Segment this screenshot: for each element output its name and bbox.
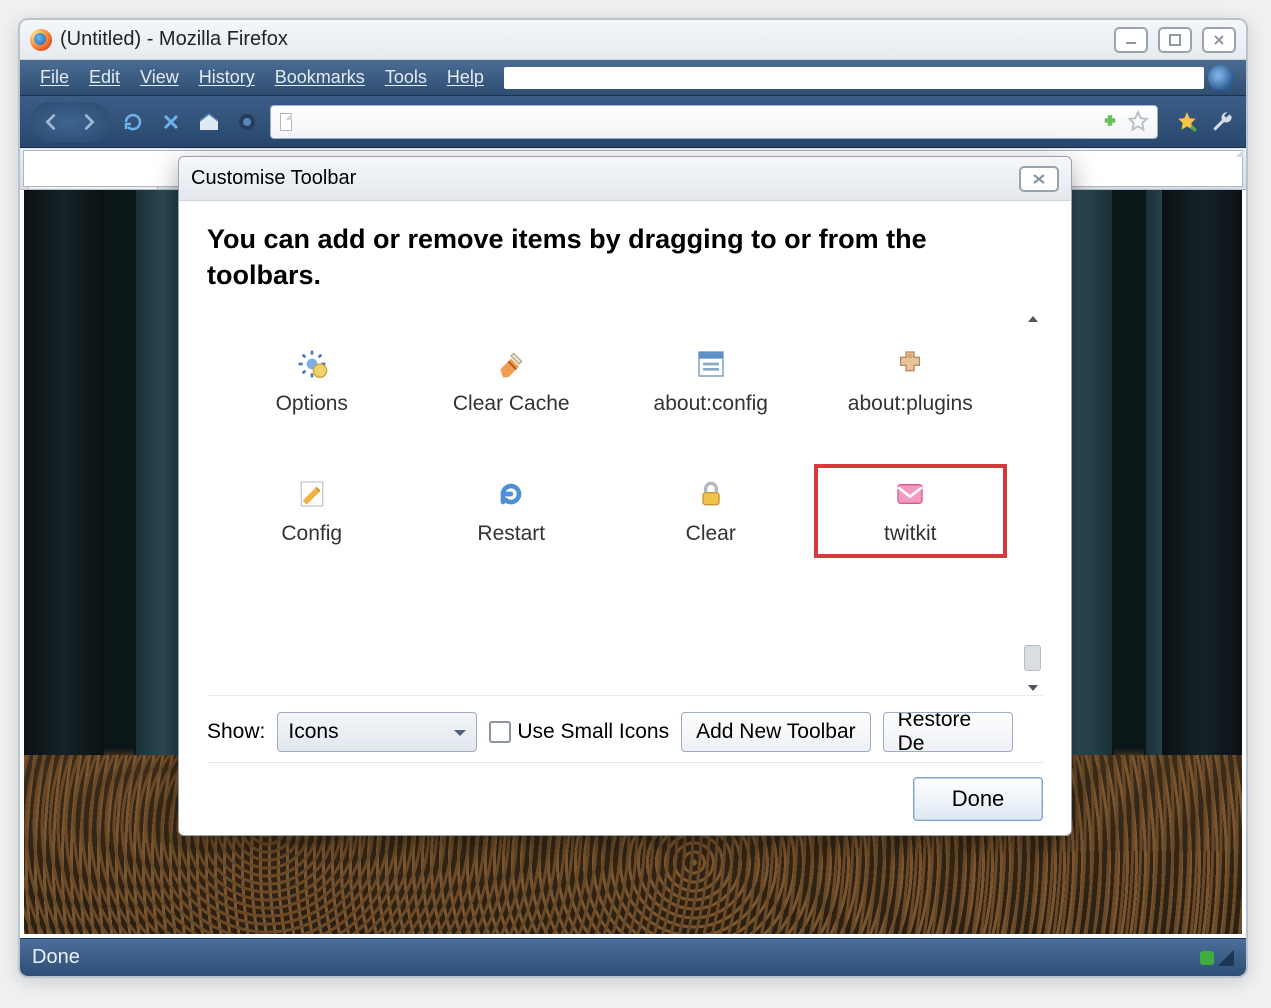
reload-button[interactable] [118, 107, 148, 137]
window-controls [1114, 27, 1236, 53]
scrollbar-thumb[interactable] [1024, 645, 1041, 671]
plugin-icon [892, 346, 928, 382]
restore-default-set-button[interactable]: Restore De [883, 712, 1013, 752]
back-forward-group [30, 102, 110, 142]
firefox-window: (Untitled) - Mozilla Firefox File Edit V… [18, 18, 1248, 978]
done-button[interactable]: Done [913, 777, 1043, 821]
menubar-address-placeholder [504, 67, 1204, 89]
toolbar-item-about-plugins[interactable]: about:plugins [816, 336, 1006, 426]
customise-toolbar-dialog: Customise Toolbar You can add or remove … [178, 156, 1072, 836]
toolbar-item-label: Config [281, 522, 342, 546]
titlebar: (Untitled) - Mozilla Firefox [20, 20, 1246, 60]
dialog-heading: You can add or remove items by dragging … [207, 221, 1043, 294]
toolbar-item-label: Restart [477, 522, 545, 546]
pencil-icon [294, 476, 330, 512]
forward-button[interactable] [70, 103, 108, 141]
menubar: File Edit View History Bookmarks Tools H… [20, 60, 1246, 96]
stop-button[interactable] [156, 107, 186, 137]
maximize-button[interactable] [1158, 27, 1192, 53]
menu-edit[interactable]: Edit [81, 65, 128, 90]
lock-icon [693, 476, 729, 512]
list-icon [693, 346, 729, 382]
gear-icon [294, 346, 330, 382]
dialog-titlebar: Customise Toolbar [179, 157, 1071, 201]
toolbar-item-options[interactable]: Options [217, 336, 407, 426]
bookmarks-sidebar-icon[interactable] [1174, 109, 1200, 135]
address-bar[interactable] [270, 105, 1158, 139]
envelope-icon [892, 476, 928, 512]
menu-help[interactable]: Help [439, 65, 492, 90]
menu-file[interactable]: File [32, 65, 77, 90]
dialog-title: Customise Toolbar [191, 167, 356, 190]
toolbar-item-twitkit[interactable]: twitkit [816, 466, 1006, 556]
checkbox-icon [489, 721, 511, 743]
show-select[interactable]: Icons [277, 712, 477, 752]
toolbar-item-label: twitkit [884, 522, 937, 546]
back-button[interactable] [32, 103, 70, 141]
toolbar-item-config[interactable]: Config [217, 466, 407, 556]
firefox-icon [30, 29, 52, 51]
resize-grip-icon[interactable] [1218, 950, 1234, 966]
dialog-scrollbar[interactable] [1021, 312, 1043, 695]
close-button[interactable] [1202, 27, 1236, 53]
page-icon [277, 111, 295, 133]
toolbar-items-grid: Options Clear Cache about:config about:plug… [207, 312, 1015, 695]
bookmark-star-icon[interactable] [1125, 109, 1151, 135]
toolbar-item-clear-cache[interactable]: Clear Cache [417, 336, 607, 426]
use-small-icons-label: Use Small Icons [517, 720, 669, 744]
window-title: (Untitled) - Mozilla Firefox [60, 28, 288, 51]
navigation-toolbar [20, 96, 1246, 148]
toolbar-item-label: Options [276, 392, 348, 416]
toolbar-item-about-config[interactable]: about:config [616, 336, 806, 426]
addon-icon[interactable] [1101, 113, 1119, 131]
add-new-toolbar-button[interactable]: Add New Toolbar [681, 712, 871, 752]
tab-untitled[interactable]: (Untitled) [28, 153, 158, 189]
minimize-button[interactable] [1114, 27, 1148, 53]
restart-icon [493, 476, 529, 512]
menu-history[interactable]: History [191, 65, 263, 90]
toolbar-item-restart[interactable]: Restart [417, 466, 607, 556]
use-small-icons-checkbox[interactable]: Use Small Icons [489, 720, 669, 744]
toolbar-item-label: about:plugins [848, 392, 973, 416]
status-indicator-icon [1200, 951, 1214, 965]
statusbar: Done [20, 938, 1246, 976]
toolbar-item-label: Clear [686, 522, 736, 546]
menu-tools[interactable]: Tools [377, 65, 435, 90]
toolbar-item-label: Clear Cache [453, 392, 570, 416]
menu-bookmarks[interactable]: Bookmarks [267, 65, 373, 90]
home-button[interactable] [194, 107, 224, 137]
throbber-icon [1208, 65, 1234, 91]
show-select-value: Icons [288, 720, 338, 744]
toolbar-item-label: about:config [654, 392, 768, 416]
show-label: Show: [207, 720, 265, 744]
dialog-close-button[interactable] [1019, 166, 1059, 192]
toolbar-item-clear[interactable]: Clear [616, 466, 806, 556]
tools-icon[interactable] [1210, 109, 1236, 135]
statusbar-text: Done [32, 946, 80, 969]
eraser-icon [493, 346, 529, 382]
menu-view[interactable]: View [132, 65, 187, 90]
record-icon[interactable] [232, 107, 262, 137]
